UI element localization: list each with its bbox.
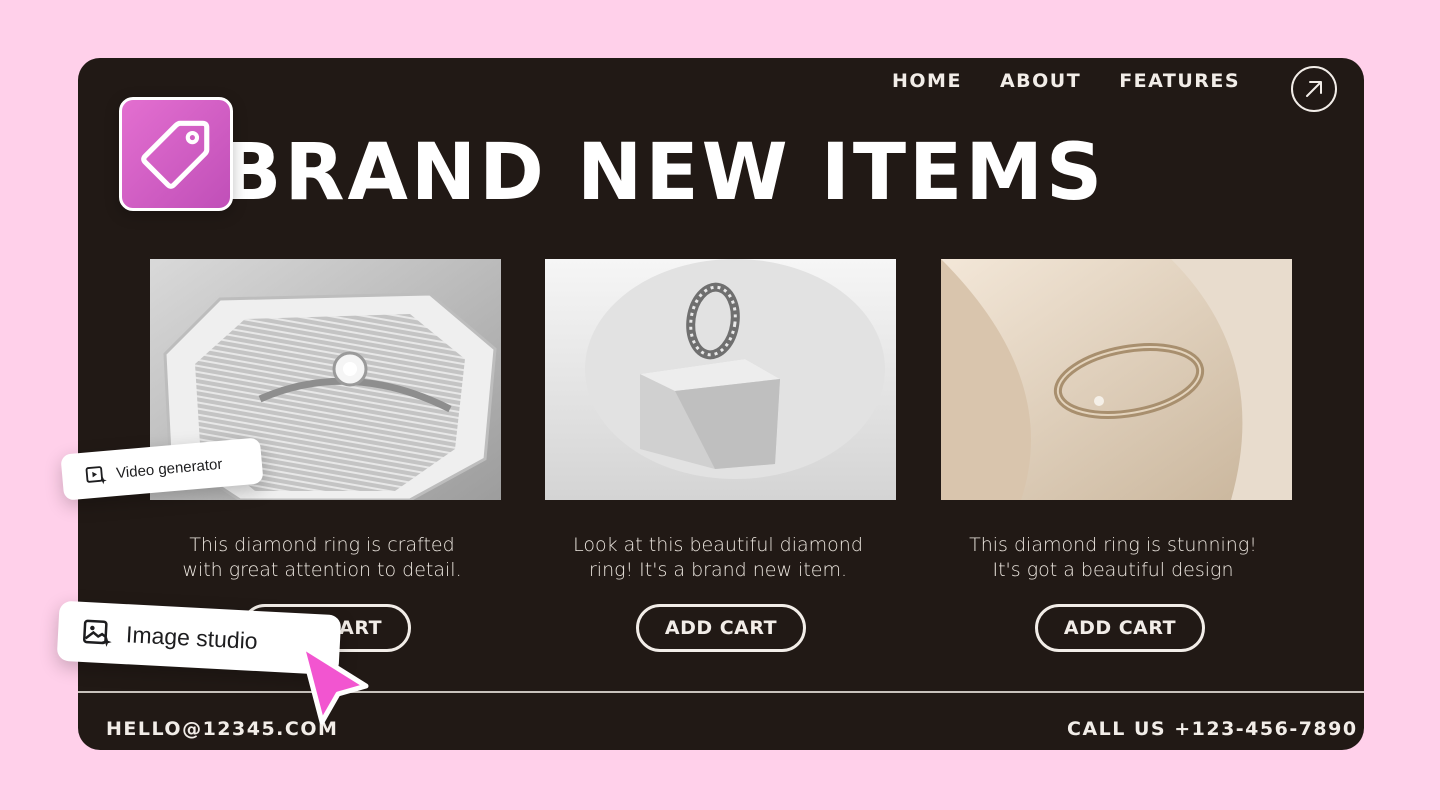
nav-features[interactable]: FEATURES xyxy=(1119,70,1240,92)
product-description: This diamond ring is crafted with great … xyxy=(182,534,462,581)
footer-phone[interactable]: CALL US +123-456-7890 xyxy=(1067,718,1358,740)
add-cart-button[interactable]: ADD CART xyxy=(636,604,806,652)
add-cart-button[interactable]: ADD CART xyxy=(1035,604,1205,652)
arrow-up-right-icon xyxy=(1306,81,1322,97)
top-nav: HOME ABOUT FEATURES xyxy=(892,70,1240,92)
image-sparkle-icon xyxy=(83,619,112,647)
product-image-ring-pedestal xyxy=(545,259,896,500)
product-description: Look at this beautiful diamond ring! It'… xyxy=(573,534,863,581)
cursor-pointer-icon xyxy=(299,643,369,725)
product-image-gold-ring xyxy=(941,259,1292,500)
tag-feature-tile xyxy=(119,97,233,211)
external-link-button[interactable] xyxy=(1291,66,1337,112)
nav-home[interactable]: HOME xyxy=(892,70,962,92)
video-sparkle-icon xyxy=(85,466,107,485)
product-description: This diamond ring is stunning! It's got … xyxy=(969,534,1257,581)
video-generator-label: Video generator xyxy=(115,455,223,482)
image-studio-label: Image studio xyxy=(125,620,259,654)
page-title: BRAND NEW ITEMS xyxy=(222,128,1106,218)
nav-about[interactable]: ABOUT xyxy=(1000,70,1081,92)
tag-icon xyxy=(141,120,210,189)
footer-divider xyxy=(78,691,1364,693)
